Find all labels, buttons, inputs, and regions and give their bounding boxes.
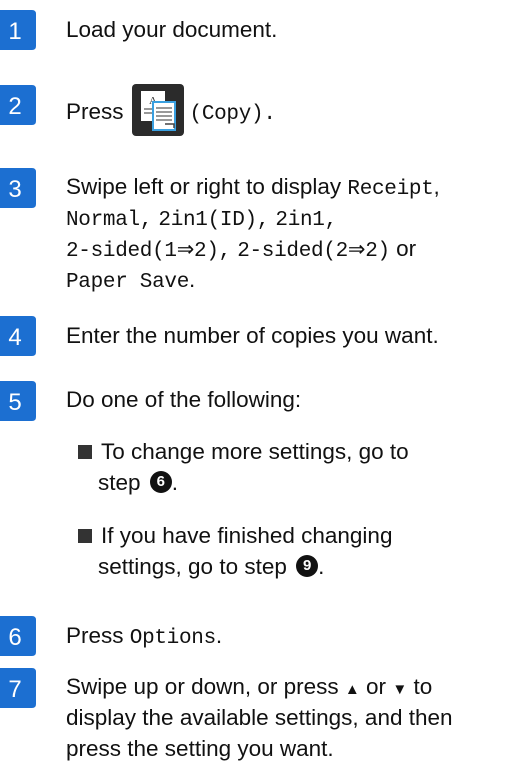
step-number-badge-4: 4 [0, 316, 36, 356]
step-3-line-3: 2-sided(1⇒2), 2-sided(2⇒2) or [66, 236, 417, 263]
square-bullet-icon [78, 529, 92, 543]
down-arrow-icon: ▼ [392, 681, 408, 698]
svg-text:7: 7 [8, 676, 21, 703]
press-label: Press [66, 98, 124, 124]
2in1-option: 2in1 [275, 209, 325, 232]
bullet-item-2: If you have finished changing [78, 520, 392, 551]
paper-save-option: Paper Save [66, 271, 190, 294]
step-7-line-1: Swipe up or down, or press ▲ or ▼ to [66, 674, 433, 699]
step-reference-9: 9 [296, 555, 319, 578]
step-3-line-2: Normal, 2in1(ID), 2in1, [66, 209, 337, 232]
step-6-text: Press Options. [66, 623, 223, 650]
step-1-text: Load your document. [66, 17, 278, 42]
copy-icon: A [131, 84, 184, 136]
step-2-text: Press A (Copy). [66, 84, 276, 139]
svg-text:6: 6 [8, 624, 21, 651]
step-5-text: Do one of the following: [66, 387, 302, 412]
normal-option: Normal [66, 209, 140, 232]
step-number-badge-3: 3 [0, 168, 36, 208]
bullet-item-2-line-2: settings, go to step 9. [98, 554, 325, 579]
step-3-line-1: Swipe left or right to display Receipt, [66, 174, 440, 201]
step-reference-6: 6 [149, 471, 172, 494]
receipt-option: Receipt [347, 178, 434, 201]
copy-label: (Copy). [189, 102, 276, 126]
up-arrow-icon: ▲ [344, 681, 360, 698]
step-number-badge-5: 5 [0, 381, 36, 421]
options-label: Options [129, 627, 216, 650]
svg-text:4: 4 [8, 324, 21, 351]
square-bullet-icon [78, 445, 92, 459]
2-sided-2-2-option: 2-sided(2⇒2) [237, 240, 390, 263]
step-3-line-4: Paper Save. [66, 267, 196, 294]
bullet-item-1-line-2: step 6. [98, 470, 179, 495]
step-7-line-2: display the available settings, and then [66, 705, 453, 730]
step-4-text: Enter the number of copies you want. [66, 323, 439, 348]
bullet-item-1: To change more settings, go to [78, 436, 409, 467]
2-sided-1-2-option: 2-sided(1⇒2) [66, 240, 219, 263]
svg-text:1: 1 [8, 18, 21, 45]
step-number-badge-1: 1 [0, 10, 36, 50]
step-number-badge-6: 6 [0, 616, 36, 656]
svg-text:5: 5 [8, 389, 21, 416]
2in1-id-option: 2in1(ID) [158, 209, 257, 232]
step-7-line-3: press the setting you want. [66, 736, 334, 761]
step-number-badge-7: 7 [0, 668, 36, 708]
svg-text:2: 2 [8, 93, 21, 120]
step-number-badge-2: 2 [0, 85, 36, 125]
svg-text:3: 3 [8, 176, 21, 203]
